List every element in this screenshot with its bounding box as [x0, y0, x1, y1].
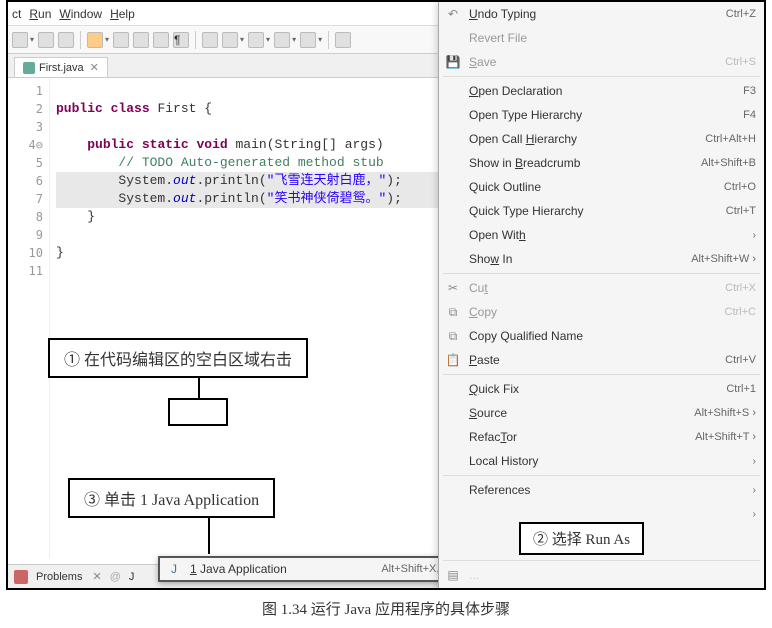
line-gutter: 1 2 3 4⊖ 5 6 7 8 9 10 11: [8, 78, 50, 558]
menu-paste[interactable]: 📋PasteCtrl+V: [439, 348, 764, 372]
submenu-arrow-icon: ›: [753, 485, 756, 496]
separator: [443, 560, 760, 561]
annotation-connector-box: [168, 398, 228, 426]
java-file-icon: [23, 62, 35, 74]
menu-save: 💾SaveCtrl+S: [439, 50, 764, 74]
tool-icon[interactable]: [300, 32, 316, 48]
menu-quick-type-hierarchy[interactable]: Quick Type HierarchyCtrl+T: [439, 199, 764, 223]
context-menu: ↶Undo TypingCtrl+Z Revert File 💾SaveCtrl…: [438, 2, 764, 590]
menu-open-with[interactable]: Open With›: [439, 223, 764, 247]
close-icon[interactable]: ✕: [92, 570, 101, 583]
menu-quick-outline[interactable]: Quick OutlineCtrl+O: [439, 175, 764, 199]
submenu-arrow-icon: ›: [753, 456, 756, 467]
menu-cut: ✂CutCtrl+X: [439, 276, 764, 300]
menu-revert: Revert File: [439, 26, 764, 50]
annotation-step1: ① 在代码编辑区的空白区域右击: [48, 338, 308, 378]
undo-icon: ↶: [445, 6, 461, 22]
dropdown-arrow-icon[interactable]: ▾: [105, 35, 109, 44]
tool-icon[interactable]: [222, 32, 238, 48]
tool-icon[interactable]: [113, 32, 129, 48]
dropdown-arrow-icon[interactable]: ▾: [292, 35, 296, 44]
menu-refactor[interactable]: RefacTorAlt+Shift+T ›: [439, 425, 764, 449]
menu-show-in[interactable]: Show InAlt+Shift+W ›: [439, 247, 764, 271]
tool-icon[interactable]: [58, 32, 74, 48]
problems-tab[interactable]: Problems: [36, 571, 82, 583]
submenu-arrow-icon: ›: [753, 509, 756, 520]
separator: [443, 475, 760, 476]
menu-partial[interactable]: ct: [12, 7, 21, 21]
separator: [443, 374, 760, 375]
copy-qn-icon: ⧉: [445, 328, 461, 344]
menu-quick-fix[interactable]: Quick FixCtrl+1: [439, 377, 764, 401]
menu-open-declaration[interactable]: Open DeclarationF3: [439, 79, 764, 103]
separator: [443, 76, 760, 77]
tool-icon[interactable]: [87, 32, 103, 48]
paste-icon: 📋: [445, 352, 461, 368]
separator: [443, 273, 760, 274]
j-tab[interactable]: J: [129, 571, 135, 583]
java-app-icon: J: [166, 561, 182, 577]
figure-caption: 图 1.34 运行 Java 应用程序的具体步骤: [0, 598, 772, 619]
dropdown-arrow-icon[interactable]: ▾: [240, 35, 244, 44]
copy-icon: ⧉: [445, 304, 461, 320]
menu-references[interactable]: References›: [439, 478, 764, 502]
submenu-java-application[interactable]: J 1 Java Application Alt+Shift+X, J: [160, 558, 456, 580]
menu-open-call-hierarchy[interactable]: Open Call HierarchyCtrl+Alt+H: [439, 127, 764, 151]
tool-icon[interactable]: [248, 32, 264, 48]
tool-icon[interactable]: ¶: [173, 32, 189, 48]
run-as-submenu: J 1 Java Application Alt+Shift+X, J: [158, 556, 458, 582]
tool-icon[interactable]: [274, 32, 290, 48]
annotation-step3: ③ 单击 1 Java Application: [68, 478, 275, 518]
tab-first-java[interactable]: First.java ✕: [14, 57, 108, 77]
menu-help[interactable]: Help: [110, 7, 135, 21]
tool-icon[interactable]: [12, 32, 28, 48]
dropdown-arrow-icon[interactable]: ▾: [266, 35, 270, 44]
dropdown-arrow-icon[interactable]: ▾: [30, 35, 34, 44]
menu-window[interactable]: Window: [59, 7, 102, 21]
menu-run[interactable]: Run: [29, 7, 51, 21]
separator: [195, 31, 196, 49]
menu-copy: ⧉CopyCtrl+C: [439, 300, 764, 324]
tool-icon[interactable]: [38, 32, 54, 48]
menu-open-type-hierarchy[interactable]: Open Type HierarchyF4: [439, 103, 764, 127]
ide-window: ct Run Window Help ▾ ▾ ¶ ▾ ▾ ▾ ▾ First.j…: [6, 0, 766, 590]
problems-icon: [14, 570, 28, 584]
close-icon[interactable]: ✕: [90, 61, 99, 74]
separator: [443, 589, 760, 590]
menu-local-history[interactable]: Local History›: [439, 449, 764, 473]
menu-undo[interactable]: ↶Undo TypingCtrl+Z: [439, 2, 764, 26]
separator: [80, 31, 81, 49]
menu-copy-qualified[interactable]: ⧉Copy Qualified Name: [439, 324, 764, 348]
separator: [328, 31, 329, 49]
menu-snippet[interactable]: ▤...: [439, 563, 764, 587]
tool-icon[interactable]: [335, 32, 351, 48]
menu-breadcrumb[interactable]: Show in BreadcrumbAlt+Shift+B: [439, 151, 764, 175]
save-icon: 💾: [445, 54, 461, 70]
submenu-arrow-icon: ›: [753, 230, 756, 241]
tool-icon[interactable]: [202, 32, 218, 48]
annotation-step2: ② 选择 Run As: [519, 522, 644, 555]
tool-icon[interactable]: [153, 32, 169, 48]
tool-icon[interactable]: [133, 32, 149, 48]
cut-icon: ✂: [445, 280, 461, 296]
snippet-icon: ▤: [445, 567, 461, 583]
menu-source[interactable]: SourceAlt+Shift+S ›: [439, 401, 764, 425]
dropdown-arrow-icon[interactable]: ▾: [318, 35, 322, 44]
tab-label: First.java: [39, 62, 84, 74]
